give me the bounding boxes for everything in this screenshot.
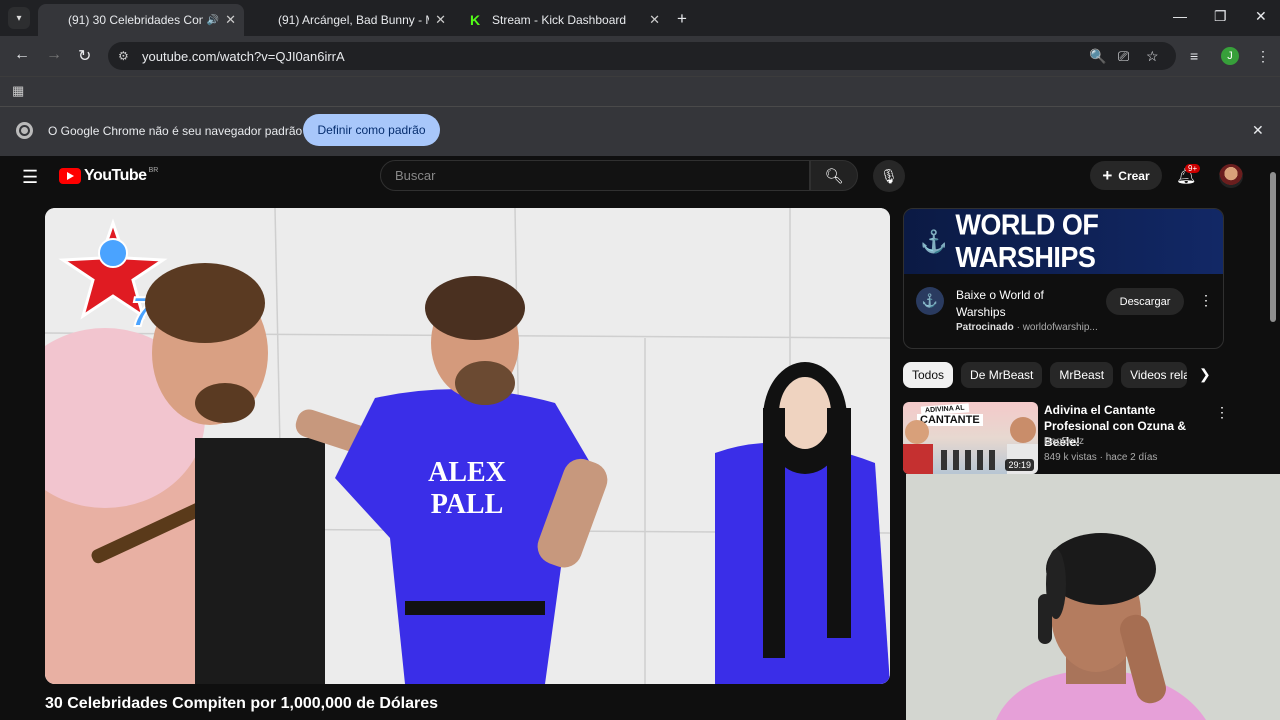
set-default-button[interactable]: Definir como padrão [303,114,440,146]
chip-todos[interactable]: Todos [903,362,954,388]
close-tab-icon[interactable]: ✕ [649,12,660,28]
youtube-logo[interactable]: YouTube BR [59,167,158,185]
jersey-text-line2: PALL [431,489,504,520]
bookmarks-bar [0,76,1280,106]
scrollbar-thumb[interactable] [1270,172,1276,322]
search-input[interactable]: Buscar [380,160,810,191]
microphone-icon: 🎙︎ [880,167,898,184]
video-frame: 7 ALEX PALL [45,208,890,684]
recommendation-channel[interactable]: BagBoyz [1044,436,1084,447]
back-icon[interactable]: ← [14,46,30,64]
create-label: Crear [1118,168,1150,183]
ad-download-button[interactable]: Descargar [1106,288,1184,315]
sponsored-label: Patrocinado [956,322,1014,333]
video-thumbnail[interactable]: ADIVINA AL CANTANTE 29:19 [903,402,1038,474]
kick-icon: K [470,12,481,28]
chrome-icon [16,122,33,139]
tab-title: Stream - Kick Dashboard [492,13,627,27]
search-icon: 🔍︎ [824,167,844,185]
menu-kebab-icon[interactable]: ⋮ [1256,48,1270,65]
notifications-badge: 9+ [1185,164,1201,173]
media-controls-icon[interactable]: ≡ [1190,48,1198,64]
reload-icon[interactable]: ↻ [78,46,91,66]
recommendation-more-icon[interactable]: ⋮ [1215,404,1229,421]
advertiser-logo: ⚓ [916,287,944,315]
restore-icon[interactable]: ❐ [1214,8,1227,25]
ad-title[interactable]: Baixe o World of Warships [956,287,1096,321]
tab-youtube-arcangel[interactable]: (91) Arcángel, Bad Bunny - Me ✕ [248,4,454,181]
webcam-overlay [906,474,1280,720]
tab-search-button[interactable]: ▾ [8,7,30,29]
infobar-close-icon[interactable]: ✕ [1252,122,1264,139]
close-tab-icon[interactable]: ✕ [225,12,236,28]
profile-avatar[interactable]: J [1221,47,1239,65]
tab-kick-dashboard[interactable]: K Stream - Kick Dashboard ✕ [462,4,668,36]
install-app-icon[interactable]: ⎚ [1118,48,1129,65]
chip-videos-relacionados[interactable]: Videos relac [1121,362,1188,388]
close-window-icon[interactable]: ✕ [1255,8,1267,25]
country-code: BR [148,167,159,174]
ad-sponsor-line: Patrocinado · worldofwarship... [956,322,1098,333]
video-title: 30 Celebridades Compiten por 1,000,000 d… [45,695,439,712]
voice-search-button[interactable]: 🎙︎ [873,160,905,192]
close-tab-icon[interactable]: ✕ [435,12,446,28]
account-avatar[interactable] [1219,164,1243,188]
ad-banner[interactable]: ⚓ WORLD OF WARSHIPS [904,208,1223,274]
ad-more-icon[interactable]: ⋮ [1199,292,1213,309]
plus-icon: + [1102,165,1113,185]
recommendation-item[interactable]: ADIVINA AL CANTANTE 29:19 Adivina el Can… [903,402,1229,474]
recommendation-meta: 849 k vistas · hace 2 días [1044,452,1158,463]
tab-title: (91) Arcángel, Bad Bunny - Me [278,13,430,27]
anchor-icon: ⚓ [920,228,948,254]
filter-chips: Todos De MrBeast MrBeast Videos relac [903,362,1188,388]
video-duration: 29:19 [1005,459,1034,471]
site-settings-icon[interactable]: ⚙ [118,49,136,63]
video-player[interactable]: 7 ALEX PALL [45,208,890,684]
webcam-person [906,474,1280,720]
new-tab-icon[interactable]: + [677,9,687,29]
ad-domain: worldofwarship... [1022,322,1098,333]
tab-title: (91) 30 Celebridades Comp [68,13,203,27]
chip-de-mrbeast[interactable]: De MrBeast [961,362,1043,388]
youtube-play-icon [59,168,81,184]
ad-banner-text: WORLD OF WARSHIPS [955,208,1099,273]
search-button[interactable]: 🔍︎ [810,160,858,191]
tab-youtube-celebridades[interactable]: (91) 30 Celebridades Comp 🔊 ✕ [38,4,244,181]
speaker-icon[interactable]: 🔊 [207,15,219,26]
hamburger-menu-icon[interactable]: ☰ [22,167,38,188]
zoom-icon[interactable]: 🔍 [1089,48,1106,65]
forward-icon[interactable]: → [46,46,62,64]
bookmark-star-icon[interactable]: ☆ [1146,48,1159,65]
omnibox[interactable]: ⚙ youtube.com/watch?v=QJI0an6irrA [108,42,1176,70]
create-button[interactable]: + Crear [1090,161,1162,190]
apps-grid-icon[interactable]: ▦ [12,83,24,99]
url-text[interactable]: youtube.com/watch?v=QJI0an6irrA [142,49,345,64]
infobar-message: O Google Chrome não é seu navegador padr… [48,124,303,138]
jersey-text-line1: ALEX [428,457,506,488]
chip-mrbeast[interactable]: MrBeast [1050,362,1114,388]
ad-card[interactable]: ⚓ WORLD OF WARSHIPS ⚓ Baixe o World of W… [903,208,1224,349]
minimize-icon[interactable]: — [1173,8,1187,24]
youtube-wordmark: YouTube [84,167,147,184]
chevron-right-icon[interactable]: ❯ [1199,366,1211,383]
